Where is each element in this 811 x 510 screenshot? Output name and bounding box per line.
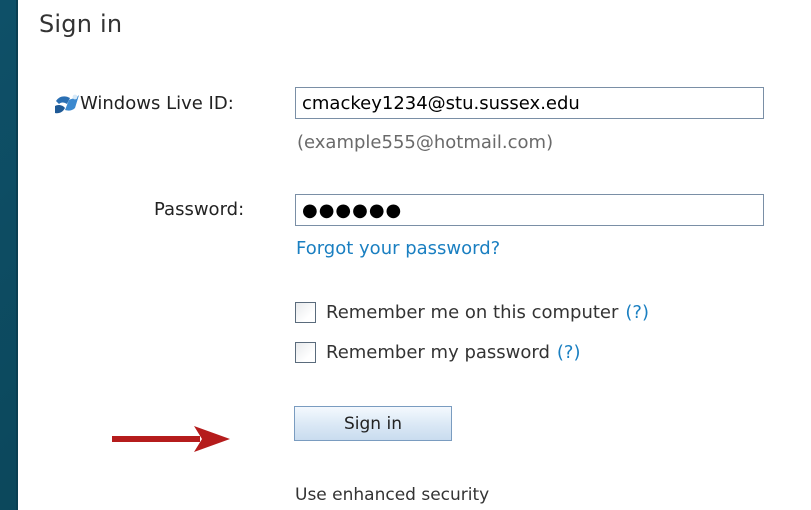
red-arrow-icon <box>112 426 230 452</box>
remember-computer-help-link[interactable]: (?) <box>625 302 649 323</box>
remember-password-checkbox[interactable] <box>295 342 316 363</box>
remember-password-label[interactable]: Remember my password <box>326 342 550 363</box>
enhanced-security-link[interactable]: Use enhanced security <box>295 485 489 505</box>
windows-live-icon <box>55 94 79 114</box>
signin-button[interactable]: Sign in <box>294 406 452 441</box>
remember-computer-row: Remember me on this computer (?) <box>295 302 649 323</box>
live-id-label: Windows Live ID: <box>80 93 234 114</box>
live-id-input[interactable] <box>295 87 764 119</box>
live-id-example-hint: (example555@hotmail.com) <box>297 132 554 153</box>
forgot-password-link[interactable]: Forgot your password? <box>296 238 500 259</box>
password-input[interactable] <box>295 194 764 226</box>
remember-computer-checkbox[interactable] <box>295 302 316 323</box>
remember-password-row: Remember my password (?) <box>295 342 581 363</box>
remember-password-help-link[interactable]: (?) <box>557 342 581 363</box>
page-title: Sign in <box>39 10 123 38</box>
remember-computer-label[interactable]: Remember me on this computer <box>326 302 618 323</box>
password-label: Password: <box>154 199 245 220</box>
